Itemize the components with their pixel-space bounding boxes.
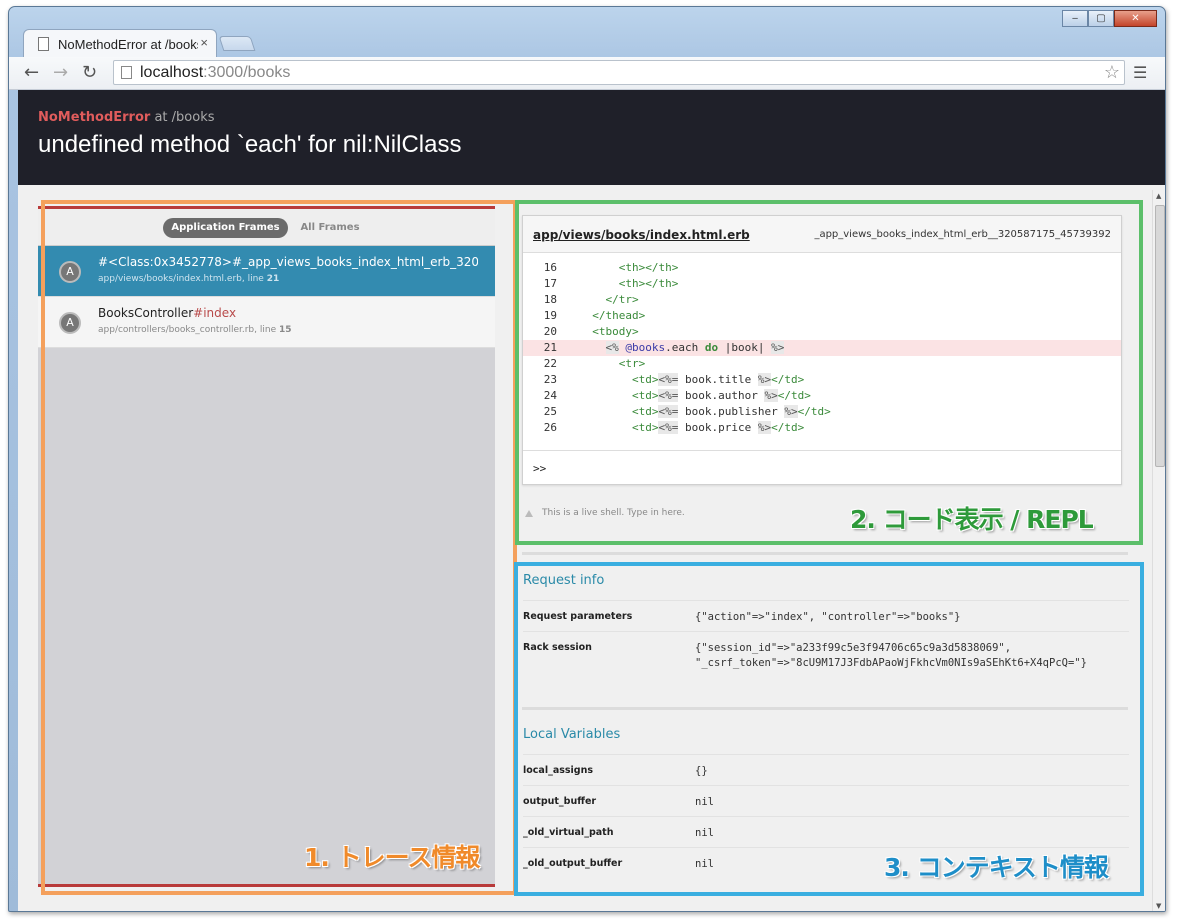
page-scrollbar[interactable]: ▲ ▼ xyxy=(1152,190,1165,911)
window-controls: ‒ ▢ ✕ xyxy=(1062,10,1157,27)
browser-tab[interactable]: NoMethodError at /books × xyxy=(23,29,217,57)
code-annotation-label: 2. コード表示 / REPL xyxy=(850,505,1094,534)
browser-toolbar: ← → ↻ localhost:3000/books ☆ ☰ xyxy=(9,57,1165,90)
page-viewport: NoMethodError at /books undefined method… xyxy=(18,90,1165,911)
scroll-down-icon[interactable]: ▼ xyxy=(1156,902,1161,910)
context-annotation-label: 3. コンテキスト情報 xyxy=(884,853,1109,882)
exception-message: undefined method `each' for nil:NilClass xyxy=(38,131,462,158)
exception-name: NoMethodError xyxy=(38,110,151,125)
exception-line: NoMethodError at /books xyxy=(38,110,1146,125)
exception-location: at /books xyxy=(150,110,215,125)
reload-icon[interactable]: ↻ xyxy=(82,62,97,83)
url-path: :3000/books xyxy=(203,64,291,81)
url-host: localhost xyxy=(140,64,204,81)
trace-annotation-label: 1. トレース情報 xyxy=(304,843,480,872)
code-annotation-box xyxy=(515,200,1143,545)
bookmark-star-icon[interactable]: ☆ xyxy=(1104,62,1120,83)
browser-window: ‒ ▢ ✕ NoMethodError at /books × ← → ↻ lo… xyxy=(8,6,1166,912)
scrollbar-thumb[interactable] xyxy=(1155,205,1165,467)
close-window-button[interactable]: ✕ xyxy=(1114,10,1157,27)
close-tab-icon[interactable]: × xyxy=(200,35,208,50)
error-header: NoMethodError at /books undefined method… xyxy=(18,90,1165,185)
divider xyxy=(522,552,1128,555)
context-annotation-box xyxy=(514,562,1144,896)
new-tab-button[interactable] xyxy=(218,36,256,51)
forward-icon[interactable]: → xyxy=(53,62,68,83)
tab-title: NoMethodError at /books xyxy=(58,37,198,52)
address-bar[interactable]: localhost:3000/books ☆ xyxy=(113,60,1125,85)
page-icon xyxy=(38,37,49,51)
back-icon[interactable]: ← xyxy=(24,62,39,83)
page-icon xyxy=(121,66,132,79)
trace-annotation-box xyxy=(41,200,517,895)
menu-icon[interactable]: ☰ xyxy=(1133,63,1147,82)
minimize-button[interactable]: ‒ xyxy=(1062,10,1088,27)
maximize-button[interactable]: ▢ xyxy=(1088,10,1114,27)
scroll-up-icon[interactable]: ▲ xyxy=(1156,192,1161,200)
